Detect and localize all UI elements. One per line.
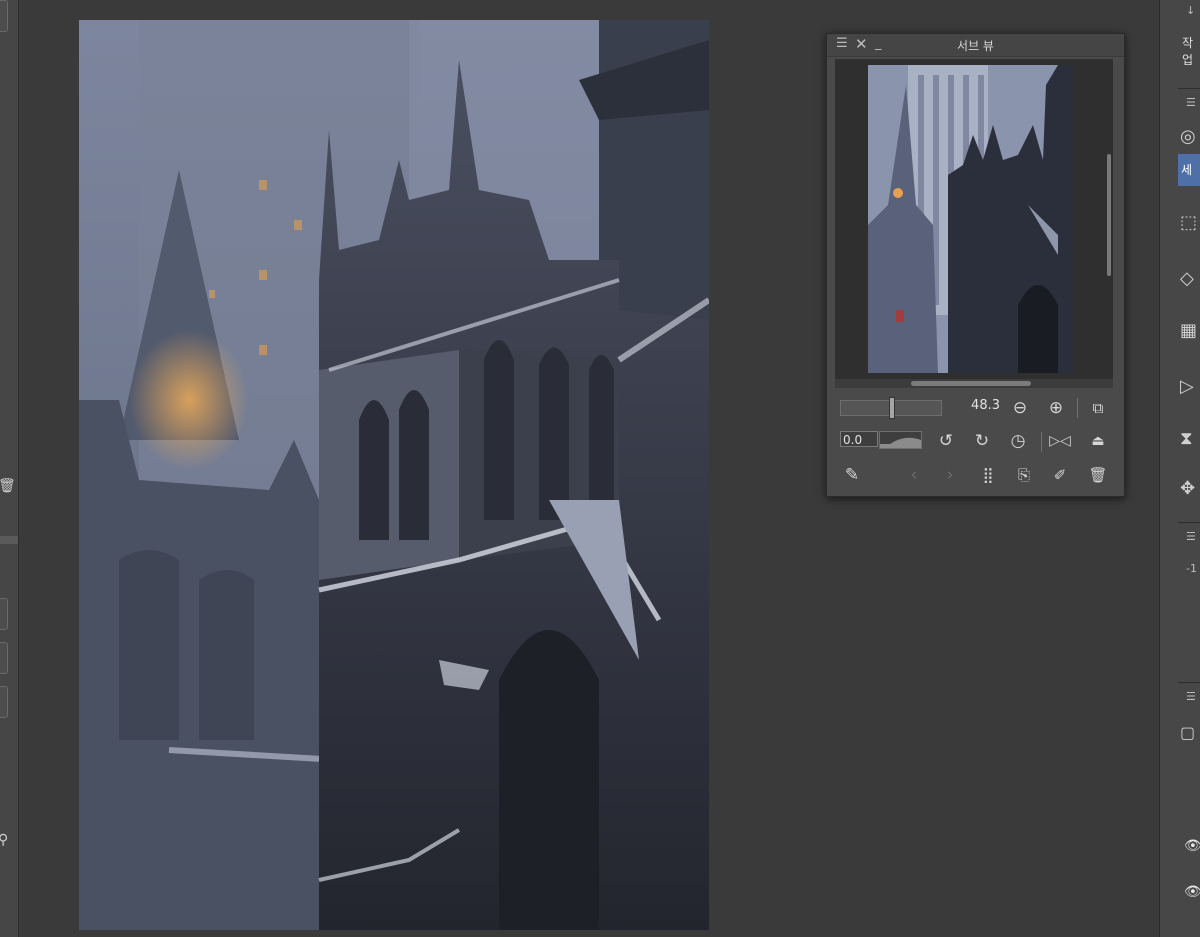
transform-icon[interactable]: ⬚ [1180,212,1200,234]
partial-value: -1 [1186,562,1197,575]
divider [1178,522,1200,523]
rotation-slider[interactable] [879,431,922,449]
left-panel-button[interactable] [0,686,8,718]
panel-tab-label[interactable]: 작업 [1182,34,1200,68]
selected-tool-tab[interactable]: 세 [1178,154,1200,186]
search-icon[interactable]: ⚲ [0,832,8,848]
sub-view-title: 서브 뷰 [957,39,994,53]
import-image-icon[interactable]: ⎘ [1013,464,1035,486]
eyedropper-icon[interactable]: ✎ [841,464,863,486]
reference-image [868,65,1074,373]
tool-circle-icon[interactable]: ◎ [1180,126,1200,148]
reset-rotation-icon[interactable]: ◷ [1007,430,1029,452]
trash-icon[interactable]: 🗑 [1087,464,1109,486]
hamburger-icon[interactable]: ☰ [1186,530,1196,543]
divider [1178,682,1200,683]
layer-checkbox[interactable]: ▢ [1180,722,1200,744]
sub-view-titlebar[interactable]: ☰ ✕ _ 서브 뷰 [827,34,1124,57]
hamburger-icon[interactable]: ☰ [1186,96,1196,109]
zoom-slider[interactable] [840,397,942,419]
rotate-left-icon[interactable]: ↺ [935,430,957,452]
zoom-slider-knob[interactable] [889,397,895,419]
reference-preview[interactable] [835,59,1113,379]
zoom-value[interactable]: 48.3 [965,398,1000,413]
left-panel-button[interactable] [0,598,8,630]
free-transform-icon[interactable]: ◇ [1180,268,1200,290]
eye-icon[interactable]: 👁 [1184,884,1200,900]
trash-icon[interactable]: 🗑 [0,478,16,494]
horizontal-scrollbar[interactable] [835,379,1113,388]
horizontal-scroll-thumb[interactable] [911,381,1031,386]
rotate-right-icon[interactable]: ↻ [971,430,993,452]
sub-view-controls: 48.3 ⊖ ⊕ ⧉ 0.0 ↺ ↻ ◷ ▷◁ ⏏ ✎ ‹ › ⣿ ⎘ ✐ 🗑 [835,392,1113,492]
fit-view-icon[interactable]: ⧉ [1087,397,1109,419]
divider [1041,432,1042,452]
vertical-scrollbar[interactable] [1107,154,1111,276]
divider [1077,398,1078,418]
flip-horizontal-icon[interactable]: ▷◁ [1049,430,1071,452]
zoom-out-icon[interactable]: ⊖ [1009,397,1031,419]
chevron-right-icon[interactable]: › [939,464,961,486]
left-panel-button[interactable] [0,642,8,674]
left-panel-button[interactable] [0,0,8,32]
edit-icon[interactable]: ✐ [1049,464,1071,486]
flip-vertical-icon[interactable]: ⏏ [1087,430,1109,452]
rotation-input[interactable]: 0.0 [840,431,878,447]
painting-artwork [79,20,709,930]
left-panel-edge: 🗑 ⚲ [0,0,19,937]
sub-view-panel: ☰ ✕ _ 서브 뷰 48.3 ⊖ ⊕ ⧉ 0.0 ↺ ↻ ◷ ▷◁ ⏏ ✎ ‹… [826,33,1125,497]
divider [1178,88,1200,89]
move-icon[interactable]: ✥ [1180,478,1200,500]
flip-horizontal-icon[interactable]: ▷ [1180,376,1200,398]
mesh-transform-icon[interactable]: ▦ [1180,320,1200,342]
chevron-left-icon[interactable]: ‹ [903,464,925,486]
hamburger-icon[interactable]: ☰ [1186,690,1196,703]
panel-divider[interactable] [0,536,18,544]
drawing-canvas[interactable] [79,20,709,930]
sort-icon[interactable]: ↓ [1186,4,1195,17]
flip-vertical-icon[interactable]: ⧗ [1180,428,1200,450]
grid-icon[interactable]: ⣿ [977,464,999,486]
eye-icon[interactable]: 👁 [1184,838,1200,854]
zoom-in-icon[interactable]: ⊕ [1045,397,1067,419]
right-panel-edge: 작업 ↓ ☰ ◎ 세 ⬚ ◇ ▦ ▷ ⧗ ✥ ☰ -1 ☰ ▢ 👁 👁 [1159,0,1200,937]
